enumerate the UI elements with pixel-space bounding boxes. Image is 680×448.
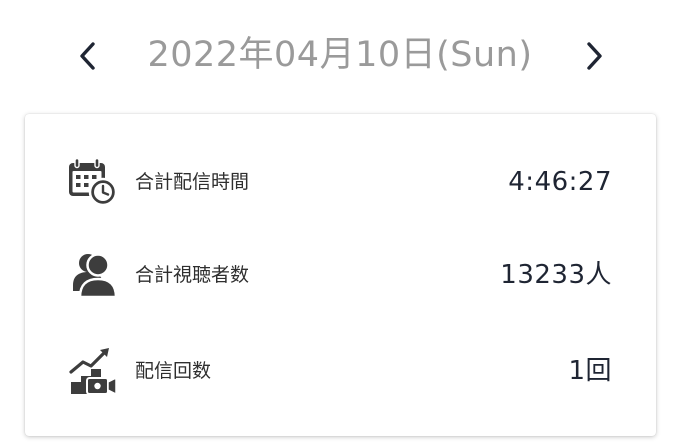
growth-video-icon [69,348,117,395]
stat-value: 1回 [568,356,612,386]
stat-value: 13233人 [500,260,612,290]
stat-value: 4:46:27 [508,167,612,197]
next-day-button[interactable] [576,36,612,76]
stat-row-stream-count: 配信回数 1回 [25,341,656,401]
stats-card: 合計配信時間 4:46:27 合計視聴者数 13233人 配信回数 1回 [25,114,656,436]
stat-label: 配信回数 [135,360,212,382]
prev-day-button[interactable] [70,36,106,76]
stat-label: 合計配信時間 [135,171,250,193]
stat-label: 合計視聴者数 [135,264,250,286]
users-icon [73,253,118,299]
stat-row-total-stream-time: 合計配信時間 4:46:27 [25,152,656,212]
chevron-left-icon [80,42,95,70]
date-label: 2022年04月10日(Sun) [147,35,533,75]
stat-row-total-viewers: 合計視聴者数 13233人 [25,245,656,305]
calendar-clock-icon [69,157,118,207]
date-navigator: 2022年04月10日(Sun) [0,0,680,112]
chevron-right-icon [587,42,602,70]
